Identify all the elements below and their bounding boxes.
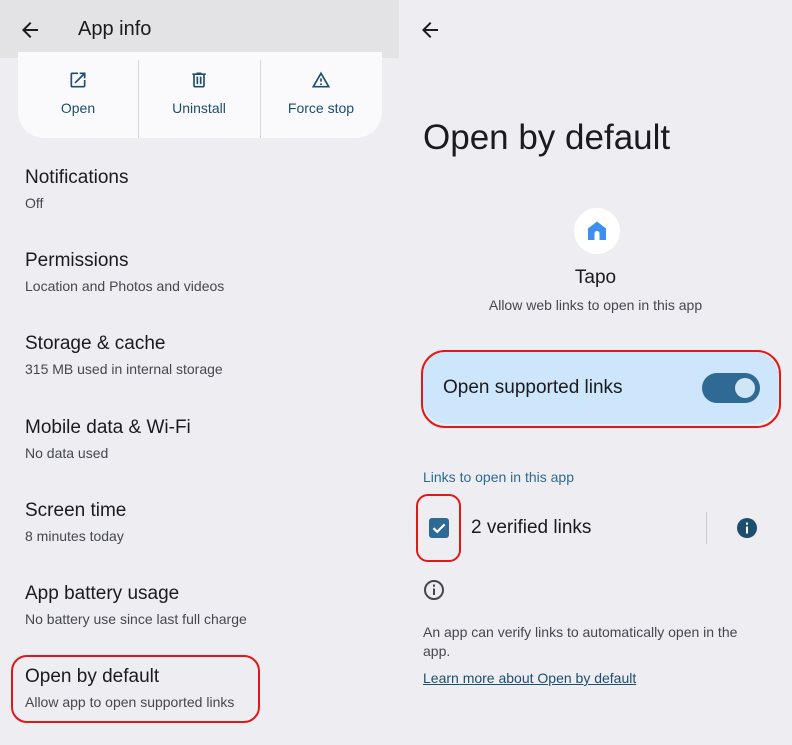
warning-icon [311, 71, 331, 88]
learn-more-link[interactable]: Learn more about Open by default [423, 670, 636, 686]
force-stop-button[interactable]: Force stop [261, 52, 381, 138]
setting-subtitle: Off [25, 195, 44, 211]
page-title: App info [78, 18, 152, 40]
uninstall-button[interactable]: Uninstall [139, 52, 259, 138]
info-outline-icon [424, 580, 444, 600]
tapo-home-icon [574, 208, 620, 254]
highlight-checkbox [416, 494, 461, 562]
force-stop-label: Force stop [287, 100, 355, 116]
setting-subtitle: No battery use since last full charge [25, 611, 247, 627]
setting-subtitle: No data used [25, 445, 109, 461]
page-title: Open by default [423, 118, 671, 157]
trash-icon [192, 72, 206, 88]
setting-title: App battery usage [25, 583, 180, 604]
setting-item-mobile-data[interactable]: Mobile data & Wi-Fi No data used [25, 417, 385, 461]
info-filled-icon[interactable] [736, 517, 758, 539]
open-external-icon [70, 72, 86, 88]
setting-subtitle: Location and Photos and videos [25, 278, 225, 294]
setting-subtitle: 315 MB used in internal storage [25, 361, 223, 377]
setting-item-notifications[interactable]: Notifications Off [25, 167, 385, 211]
open-label: Open [60, 100, 96, 116]
back-arrow-icon[interactable] [418, 18, 442, 42]
links-section-header: Links to open in this app [423, 469, 574, 485]
setting-title: Screen time [25, 500, 127, 521]
app-info-header: App info [0, 0, 399, 58]
setting-title: Mobile data & Wi-Fi [25, 417, 191, 438]
setting-title: Permissions [25, 250, 129, 271]
highlight-open-by-default [11, 655, 260, 723]
setting-subtitle: 8 minutes today [25, 528, 124, 544]
setting-item-storage[interactable]: Storage & cache 315 MB used in internal … [25, 333, 385, 377]
action-bar: Open Uninstall Force stop [18, 52, 382, 138]
setting-title: Notifications [25, 167, 129, 188]
description-text: An app can verify links to automatically… [423, 624, 738, 659]
verified-links-label[interactable]: 2 verified links [471, 517, 591, 539]
open-button[interactable]: Open [18, 52, 138, 138]
app-info-screen: App info Open Uninstall Force stop Notif… [0, 0, 399, 745]
app-name: Tapo [574, 267, 617, 288]
highlight-open-supported-links [421, 350, 781, 428]
back-arrow-icon[interactable] [18, 18, 42, 42]
row-divider [706, 512, 707, 544]
setting-item-screen-time[interactable]: Screen time 8 minutes today [25, 500, 385, 544]
setting-item-battery[interactable]: App battery usage No battery use since l… [25, 583, 385, 627]
setting-item-permissions[interactable]: Permissions Location and Photos and vide… [25, 250, 385, 294]
uninstall-label: Uninstall [172, 100, 226, 116]
setting-title: Storage & cache [25, 333, 166, 354]
open-by-default-screen: Open by default Tapo Allow web links to … [399, 0, 792, 745]
app-subtitle: Allow web links to open in this app [488, 297, 703, 313]
